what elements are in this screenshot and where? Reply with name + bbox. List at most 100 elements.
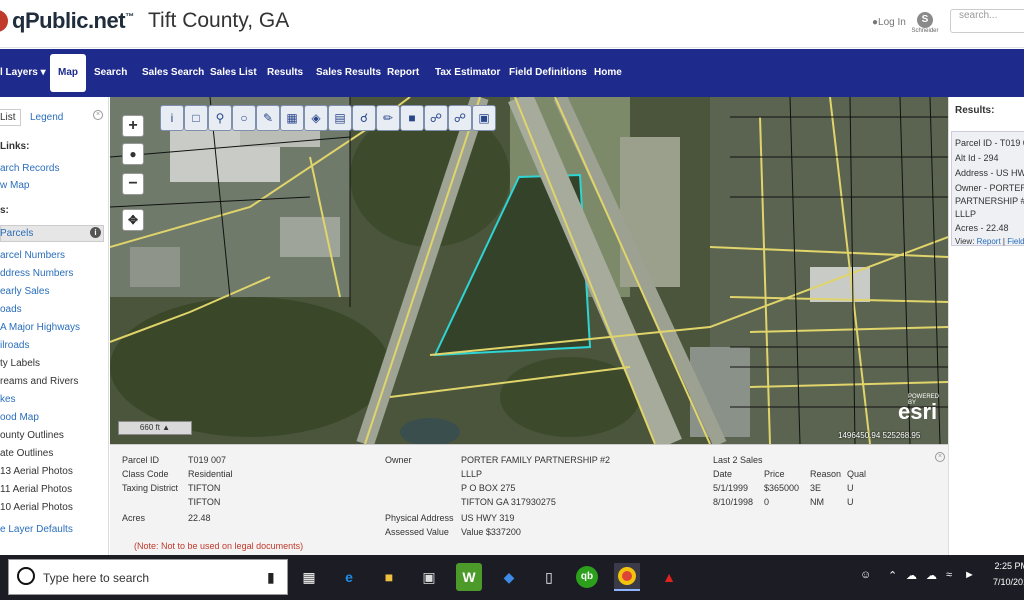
basemap-icon[interactable]: ◈ — [304, 105, 328, 131]
owner-line: P O BOX 275 — [461, 483, 516, 493]
zoom-in-button[interactable]: + — [122, 115, 144, 137]
acrobat-icon[interactable]: ▲ — [656, 563, 682, 591]
layer-item[interactable]: ty Labels — [0, 358, 40, 369]
sales-cell: 0 — [764, 497, 770, 507]
chevron-up-icon[interactable]: ⌃ — [888, 569, 897, 582]
label: Physical Address — [385, 513, 454, 523]
sales-cell: U — [847, 483, 854, 493]
taskbar-search-box[interactable]: Type here to search ▮ — [8, 559, 288, 595]
layer-item[interactable]: 13 Aerial Photos — [0, 466, 73, 477]
people-icon[interactable]: ☺ — [860, 569, 871, 581]
zoom-out-button[interactable]: − — [122, 173, 144, 195]
measure-icon[interactable]: ■ — [400, 105, 424, 131]
clock-date[interactable]: 7/10/201 — [986, 577, 1024, 587]
query-icon[interactable]: ⚲ — [208, 105, 232, 131]
layer-panel: List Legend × Links: arch Records w Map … — [0, 97, 109, 555]
layer-item[interactable]: reams and Rivers — [0, 376, 78, 387]
map-view[interactable]: + ● − ✥ i □ ⚲ ○ ✎ ▦ ◈ ▤ ☌ ✏ ■ ☍ ☍ ▣ 660 … — [110, 97, 948, 444]
erase-icon[interactable]: ✎ — [256, 105, 280, 131]
nav-home[interactable]: Home — [594, 49, 622, 97]
quickbooks-icon[interactable]: qb — [576, 566, 598, 588]
nav-tax-estimator[interactable]: Tax Estimator — [435, 49, 500, 97]
layer-item[interactable]: ilroads — [0, 340, 29, 351]
info-icon[interactable]: i — [90, 227, 101, 238]
identify-icon[interactable]: i — [160, 105, 184, 131]
nav-report[interactable]: Report — [387, 49, 419, 97]
globe-icon[interactable]: ● — [122, 143, 144, 165]
volume-icon[interactable]: ► — [964, 569, 975, 581]
county-title: Tift County, GA — [148, 9, 290, 32]
buffer-icon[interactable]: ○ — [232, 105, 256, 131]
close-icon[interactable]: × — [93, 110, 103, 120]
label: Owner — [385, 455, 412, 465]
nav-sales-list[interactable]: Sales List — [210, 49, 257, 97]
task-view-icon[interactable]: ▦ — [296, 563, 322, 591]
links-heading: Links: — [0, 141, 30, 152]
nav-sales-results[interactable]: Sales Results — [316, 49, 381, 97]
class-code-value: Residential — [188, 469, 233, 479]
layer-item[interactable]: A Major Highways — [0, 322, 80, 333]
onedrive-icon[interactable]: ☁ — [926, 569, 937, 582]
clock-time[interactable]: 2:25 PM — [986, 561, 1024, 571]
nav-sales-search[interactable]: Sales Search — [142, 49, 204, 97]
layer-item[interactable]: ate Outlines — [0, 448, 53, 459]
layer-item[interactable]: oads — [0, 304, 22, 315]
app-w-icon[interactable]: W — [456, 563, 482, 591]
dropbox-icon[interactable]: ◆ — [496, 563, 522, 591]
result-view-links: View: Report | Field Defs — [955, 237, 1024, 246]
search-input[interactable]: search... — [950, 9, 1024, 33]
pan-icon[interactable]: ✥ — [122, 209, 144, 231]
nav-field-definitions[interactable]: Field Definitions — [509, 49, 587, 97]
edge-icon[interactable]: e — [336, 563, 362, 591]
layer-item[interactable]: ounty Outlines — [0, 430, 64, 441]
vendor-logo: S Schneider — [911, 12, 939, 34]
store-icon[interactable]: ▣ — [416, 563, 442, 591]
print-map-icon[interactable]: ▤ — [328, 105, 352, 131]
link-new-map[interactable]: w Map — [0, 180, 29, 191]
field-defs-link[interactable]: Field Defs — [1007, 237, 1024, 246]
aerial-imagery — [110, 97, 948, 444]
file-explorer-icon[interactable]: ■ — [376, 563, 402, 591]
share-icon[interactable]: ☍ — [424, 105, 448, 131]
layer-item[interactable]: arcel Numbers — [0, 250, 65, 261]
app-header: qPublic.net™ Tift County, GA ●Log In S Sc… — [0, 0, 1024, 48]
layer-item[interactable]: kes — [0, 394, 16, 405]
nav-layers-dropdown[interactable]: l Layers ▾ — [0, 49, 46, 97]
physical-address-value: US HWY 319 — [461, 513, 515, 523]
restore-layer-defaults-link[interactable]: e Layer Defaults — [0, 524, 73, 535]
layers-icon[interactable]: ▦ — [280, 105, 304, 131]
layer-item[interactable]: early Sales — [0, 286, 49, 297]
export-icon[interactable]: ☍ — [448, 105, 472, 131]
acres-value: 22.48 — [188, 513, 211, 523]
tab-legend[interactable]: Legend — [28, 109, 65, 126]
find-icon[interactable]: ☌ — [352, 105, 376, 131]
result-parcel-id: Parcel ID - T019 007 — [955, 138, 1024, 148]
taxing-district-value-2: TIFTON — [188, 497, 221, 507]
cloud-icon[interactable]: ☁ — [906, 569, 917, 582]
windows-taskbar: Type here to search ▮ ▦ e ■ ▣ W ◆ ▯ qb ▲… — [0, 555, 1024, 600]
login-link[interactable]: ●Log In — [872, 17, 906, 28]
layer-item[interactable]: 10 Aerial Photos — [0, 502, 73, 513]
document-icon[interactable]: ▯ — [536, 563, 562, 591]
layer-parcels[interactable]: Parcels — [0, 228, 33, 239]
save-icon[interactable]: ▣ — [472, 105, 496, 131]
report-link[interactable]: Report — [977, 237, 1001, 246]
nav-search[interactable]: Search — [94, 49, 127, 97]
layer-item[interactable]: 11 Aerial Photos — [0, 484, 72, 495]
wifi-icon[interactable]: ≈ — [946, 569, 952, 581]
layer-item[interactable]: ood Map — [0, 412, 39, 423]
draw-icon[interactable]: ✏ — [376, 105, 400, 131]
nav-results[interactable]: Results — [267, 49, 303, 97]
sales-title: Last 2 Sales — [713, 455, 763, 465]
close-icon[interactable]: × — [935, 452, 945, 462]
label: Acres — [122, 513, 146, 523]
chrome-icon[interactable] — [614, 563, 640, 591]
layer-item[interactable]: ddress Numbers — [0, 268, 73, 279]
nav-map[interactable]: Map — [50, 54, 86, 92]
select-icon[interactable]: □ — [184, 105, 208, 131]
owner-line: TIFTON GA 317930275 — [461, 497, 556, 507]
link-search-records[interactable]: arch Records — [0, 163, 59, 174]
site-logo[interactable]: qPublic.net™ — [12, 8, 134, 34]
microphone-icon[interactable]: ▮ — [267, 569, 275, 586]
tab-list[interactable]: List — [0, 109, 21, 126]
